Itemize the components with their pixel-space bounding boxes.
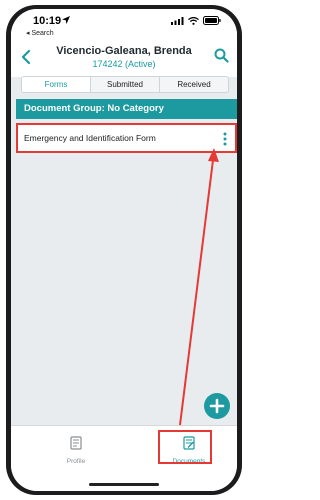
documents-highlight-box bbox=[158, 430, 212, 464]
patient-id-status: 174242 (Active) bbox=[92, 59, 156, 69]
status-icons bbox=[171, 16, 221, 25]
tab-submitted[interactable]: Submitted bbox=[90, 77, 159, 92]
search-icon[interactable] bbox=[214, 48, 229, 63]
bottom-navigation: Profile Documents bbox=[11, 425, 237, 491]
app-screen: 10:19 ◂ Search Vicencio-Galeana, Brenda … bbox=[11, 9, 237, 491]
home-indicator bbox=[89, 483, 159, 486]
plus-icon bbox=[209, 398, 225, 414]
wifi-icon bbox=[188, 16, 199, 25]
segmented-tabs: Forms Submitted Received bbox=[21, 76, 229, 93]
nav-profile-label: Profile bbox=[66, 458, 86, 465]
battery-icon bbox=[203, 16, 221, 25]
tab-forms[interactable]: Forms bbox=[22, 77, 90, 92]
form-title: Emergency and Identification Form bbox=[24, 133, 156, 143]
document-group-header: Document Group: No Category bbox=[16, 99, 237, 119]
signal-icon bbox=[171, 16, 184, 25]
nav-profile[interactable]: Profile bbox=[41, 436, 111, 465]
add-document-button[interactable] bbox=[204, 393, 230, 419]
location-arrow-icon bbox=[62, 16, 70, 24]
status-bar: 10:19 ◂ Search bbox=[11, 9, 237, 39]
profile-document-icon bbox=[70, 436, 82, 450]
tab-received[interactable]: Received bbox=[159, 77, 228, 92]
phone-frame: 10:19 ◂ Search Vicencio-Galeana, Brenda … bbox=[6, 5, 242, 495]
patient-name: Vicencio-Galeana, Brenda bbox=[56, 45, 192, 57]
more-vertical-icon[interactable] bbox=[221, 131, 229, 147]
back-to-search-link[interactable]: ◂ Search bbox=[26, 29, 54, 37]
app-header: Vicencio-Galeana, Brenda 174242 (Active) bbox=[11, 39, 237, 77]
status-time: 10:19 bbox=[33, 15, 62, 27]
form-list-item[interactable]: Emergency and Identification Form bbox=[16, 123, 237, 153]
